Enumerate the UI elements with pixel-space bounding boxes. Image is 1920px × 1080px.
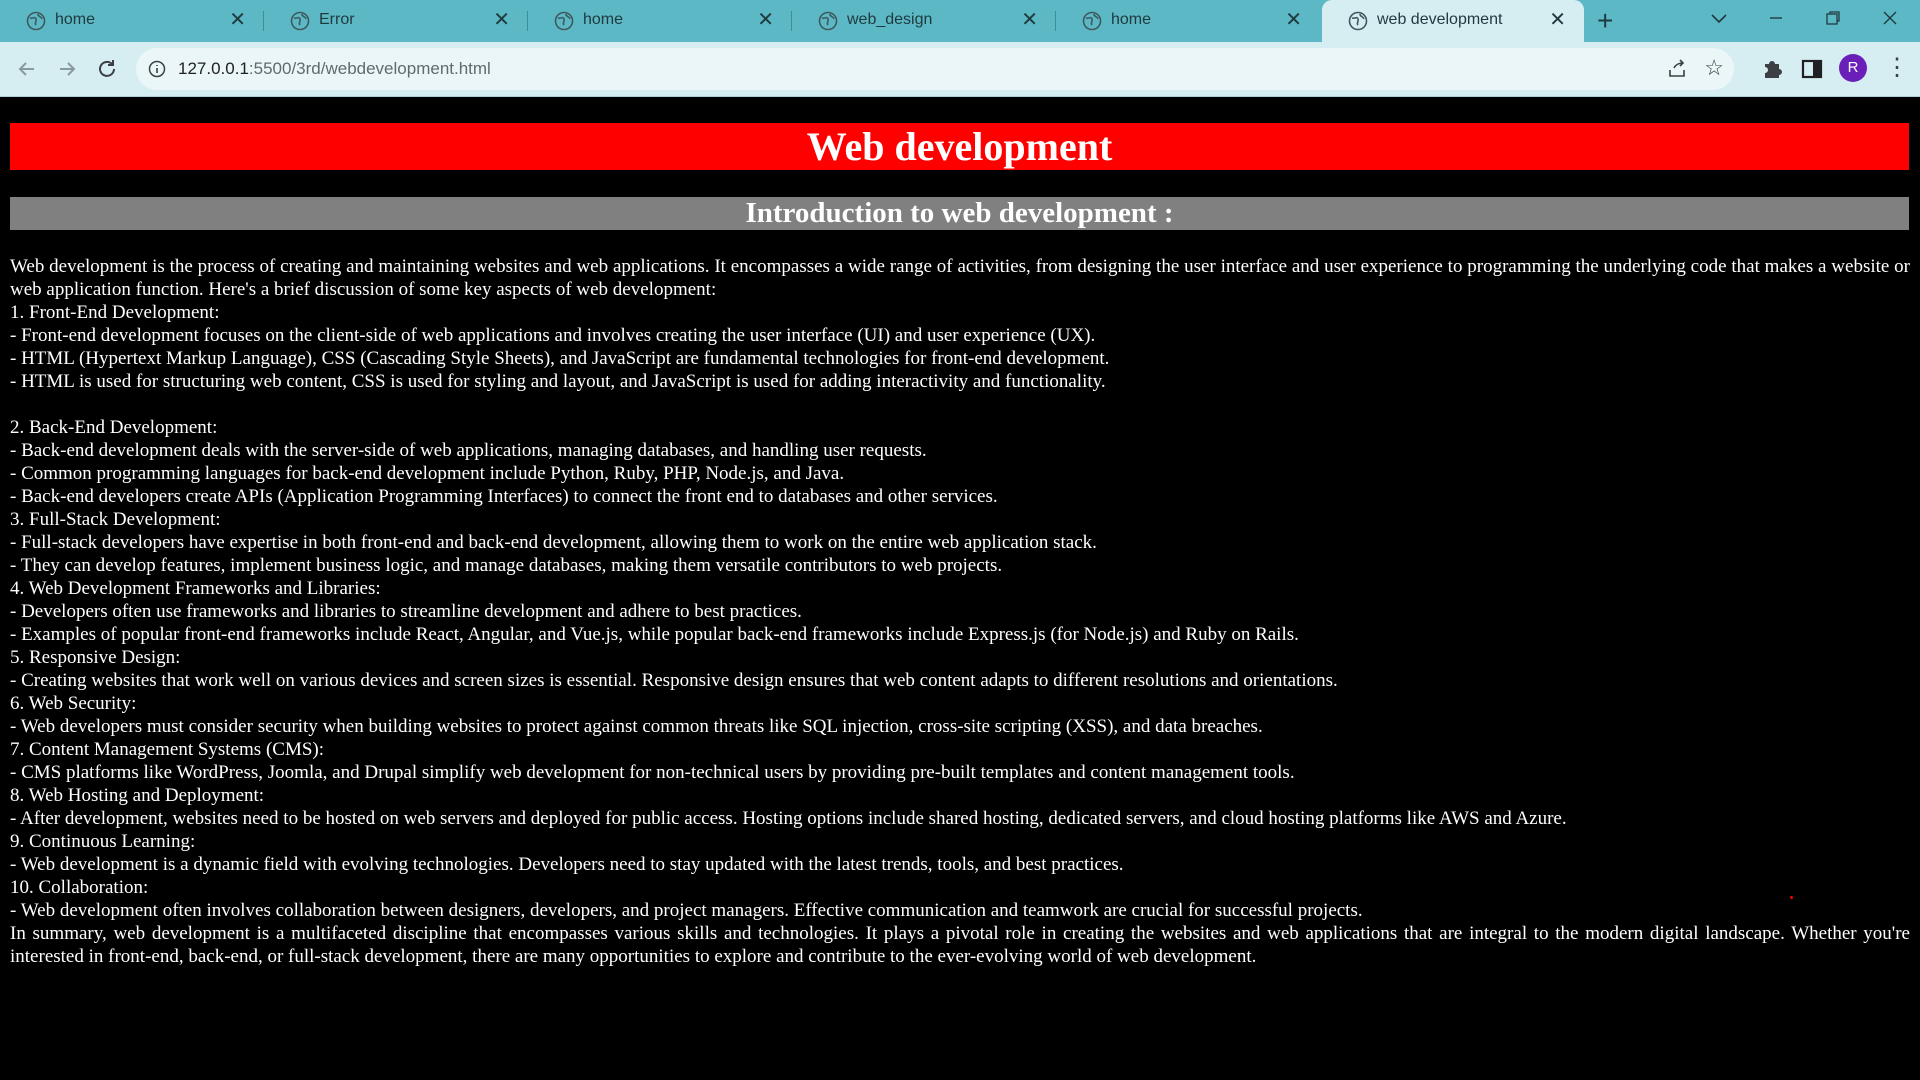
url-text[interactable]: 127.0.0.1:5500/3rd/webdevelopment.html — [178, 59, 491, 79]
side-panel-icon[interactable] — [1799, 56, 1825, 82]
globe-icon — [818, 11, 838, 31]
share-icon[interactable] — [1666, 58, 1688, 80]
close-icon[interactable]: ✕ — [1549, 9, 1566, 31]
globe-icon — [554, 11, 574, 31]
globe-icon — [1348, 11, 1368, 31]
plus-icon[interactable]: + — [1597, 6, 1613, 36]
close-icon[interactable]: ✕ — [493, 9, 510, 31]
kebab-menu-icon[interactable]: ⋮ — [1885, 54, 1909, 82]
info-icon[interactable] — [148, 60, 166, 78]
tab-home-2[interactable]: home ✕ — [528, 0, 792, 42]
reload-icon[interactable] — [94, 56, 120, 82]
url-host: 127.0.0.1 — [178, 59, 249, 78]
page-viewport: Web development Introduction to web deve… — [0, 97, 1920, 1080]
globe-icon — [290, 11, 310, 31]
minimize-icon[interactable] — [1768, 10, 1784, 26]
puzzle-icon[interactable] — [1759, 56, 1785, 82]
browser-toolbar: 127.0.0.1:5500/3rd/webdevelopment.html ☆… — [0, 42, 1920, 97]
tab-title: web development — [1377, 11, 1503, 28]
tab-title: web_design — [847, 11, 933, 28]
section-heading: Introduction to web development : — [10, 197, 1909, 230]
tab-home-1[interactable]: home ✕ — [0, 0, 264, 42]
stray-dot — [1790, 896, 1793, 899]
tab-title: home — [1111, 11, 1152, 28]
article-body: Web development is the process of creati… — [10, 256, 1910, 967]
close-icon[interactable]: ✕ — [229, 9, 246, 31]
tab-title: home — [55, 11, 96, 28]
star-icon[interactable]: ☆ — [1704, 56, 1724, 80]
tab-error[interactable]: Error ✕ — [264, 0, 528, 42]
url-path: :5500/3rd/webdevelopment.html — [248, 59, 491, 78]
tab-home-3[interactable]: home ✕ — [1056, 0, 1320, 42]
restore-icon[interactable] — [1825, 10, 1841, 26]
globe-icon — [26, 11, 46, 31]
tab-web-design[interactable]: web_design ✕ — [792, 0, 1056, 42]
tab-title: Error — [319, 11, 355, 28]
tab-web-development[interactable]: web development ✕ — [1322, 0, 1584, 42]
tab-strip: home ✕ Error ✕ home ✕ web_design ✕ home … — [0, 0, 1920, 42]
globe-icon — [1082, 11, 1102, 31]
avatar[interactable]: R — [1839, 54, 1867, 82]
close-icon[interactable] — [1882, 10, 1898, 26]
tab-title: home — [583, 11, 624, 28]
close-icon[interactable]: ✕ — [757, 9, 774, 31]
arrow-right-icon[interactable] — [54, 56, 80, 82]
address-bar[interactable]: 127.0.0.1:5500/3rd/webdevelopment.html ☆ — [136, 48, 1734, 90]
arrow-left-icon[interactable] — [14, 56, 40, 82]
close-icon[interactable]: ✕ — [1285, 9, 1302, 31]
chevron-down-icon[interactable] — [1710, 12, 1728, 26]
close-icon[interactable]: ✕ — [1021, 9, 1038, 31]
page-title: Web development — [10, 123, 1909, 170]
